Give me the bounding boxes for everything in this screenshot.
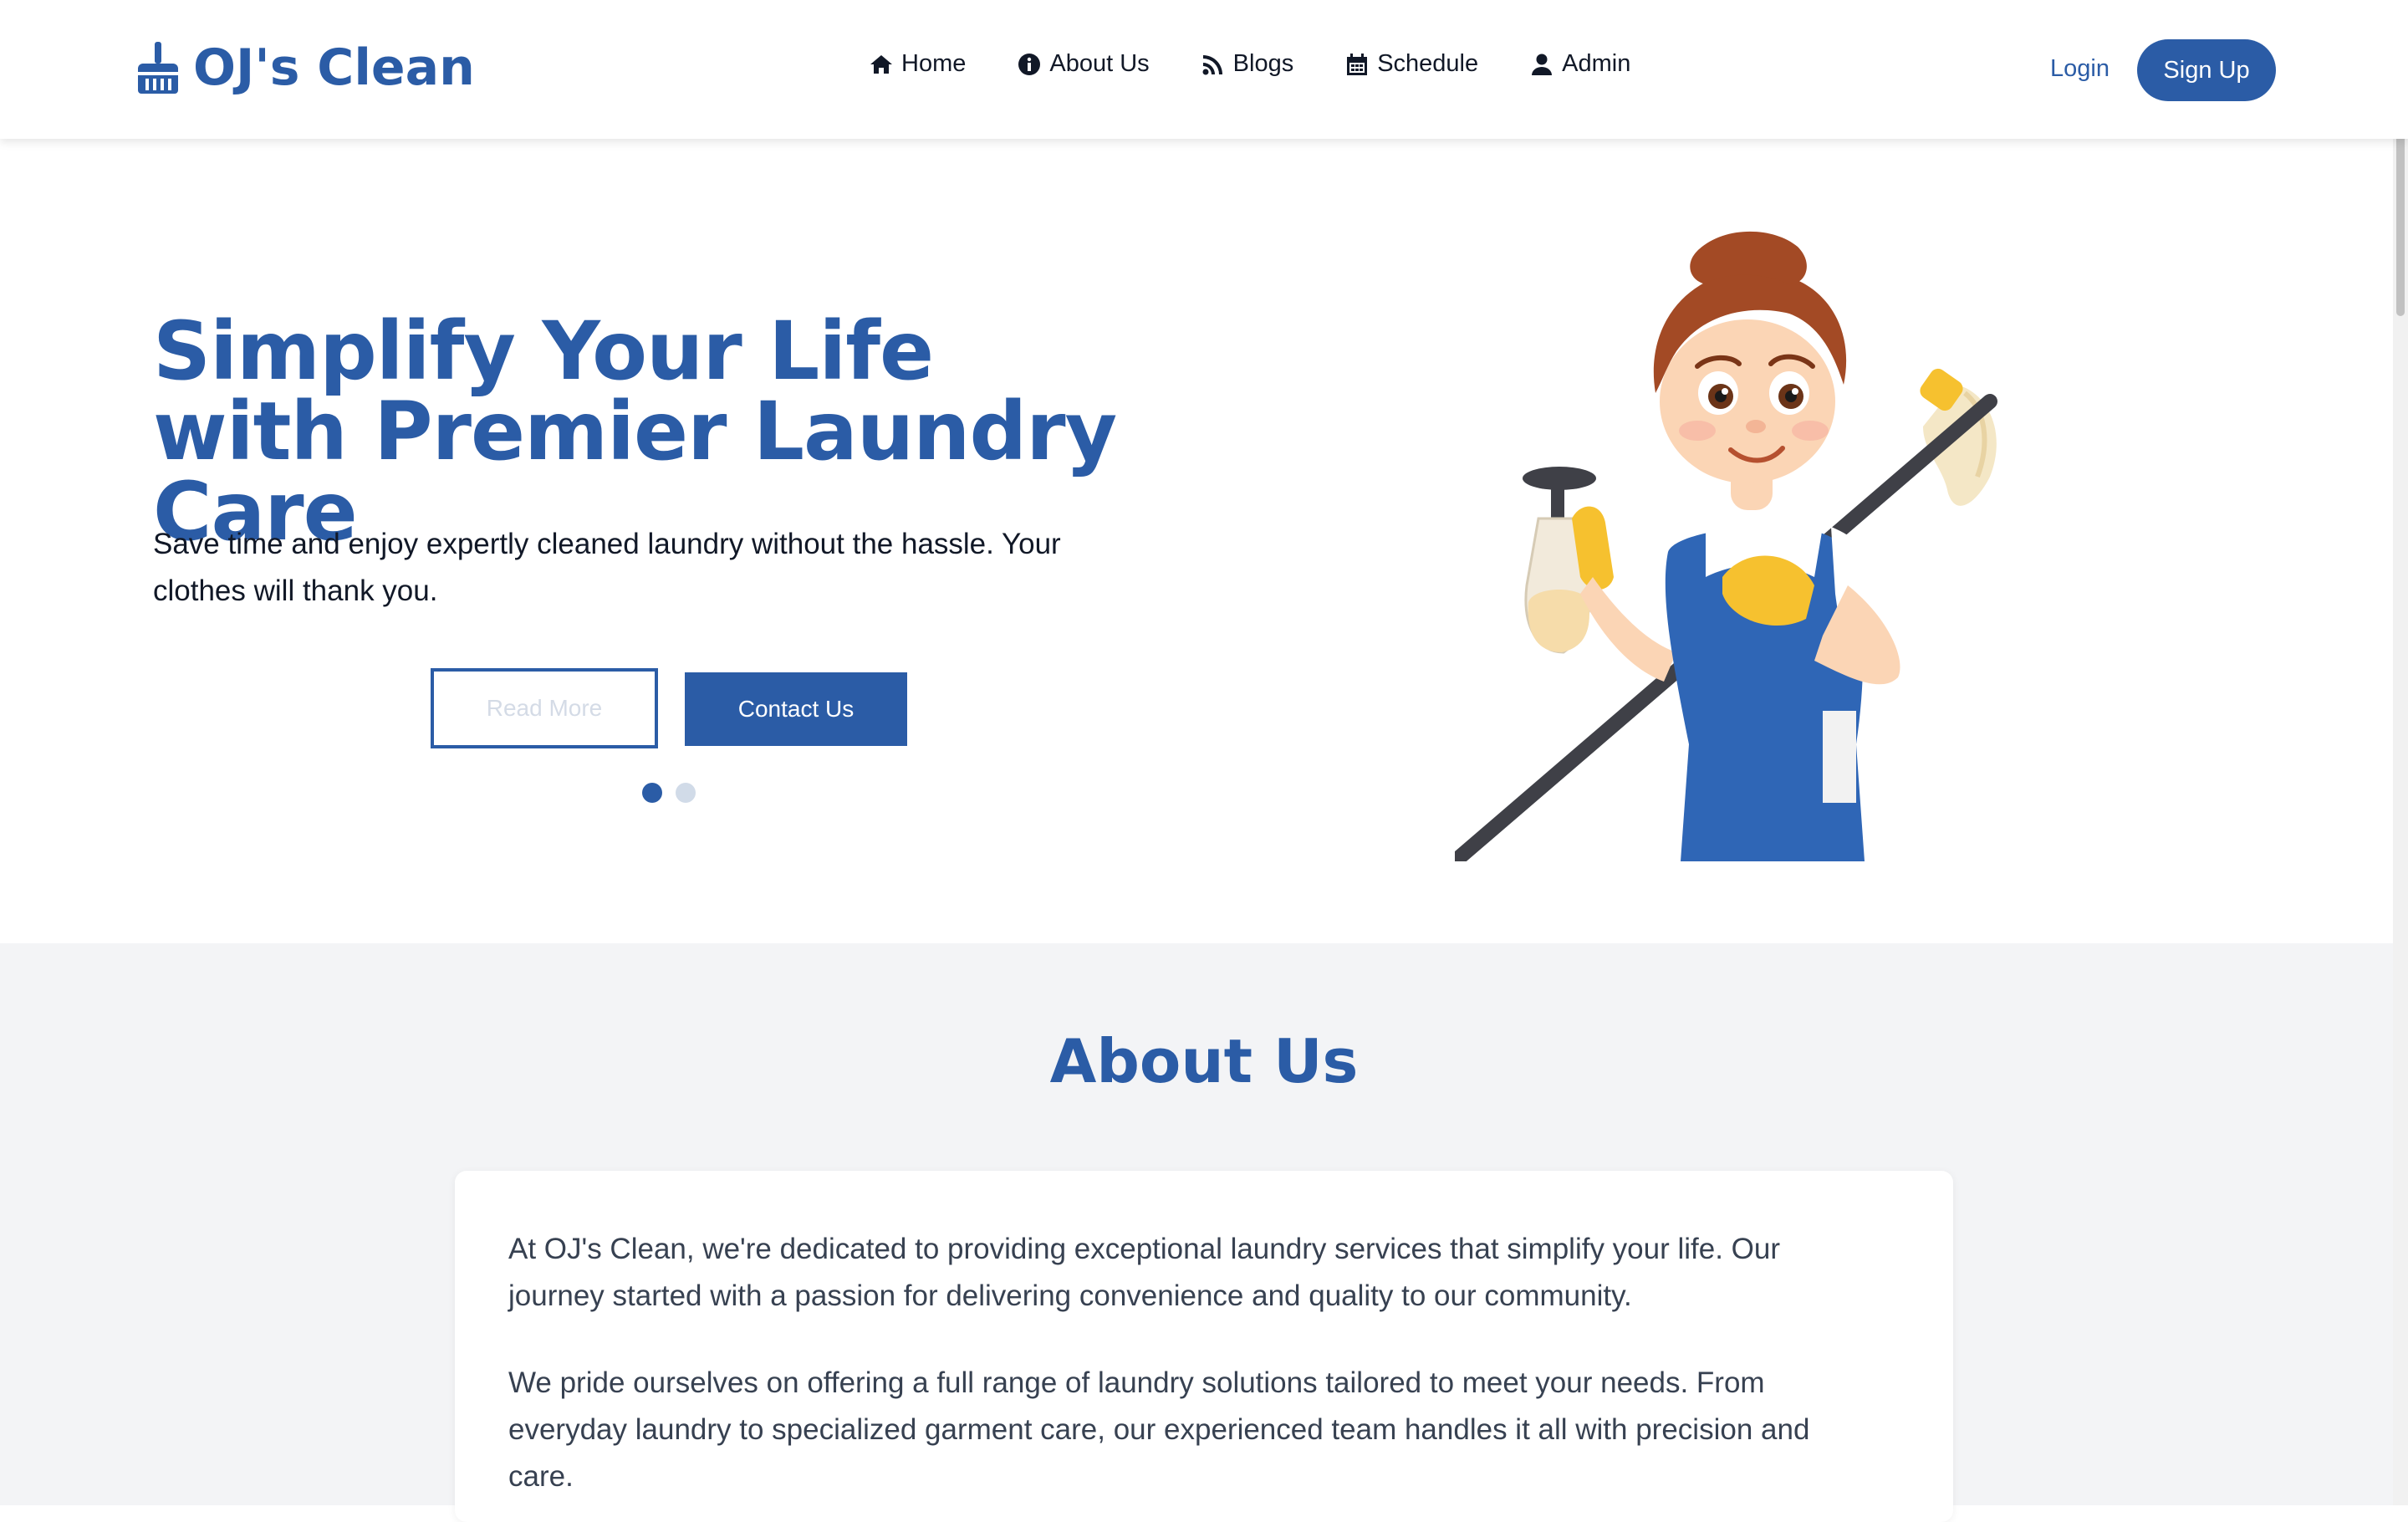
broom-icon (138, 42, 178, 94)
nav-item-admin[interactable]: Admin (1530, 52, 1630, 76)
main-nav: Home About Us Blogs Schedule Admin (870, 52, 1630, 76)
contact-us-button[interactable]: Contact Us (685, 672, 907, 746)
nav-item-label: Schedule (1377, 50, 1479, 77)
hero-title: Simplify Your Life with Premier Laundry … (153, 304, 1117, 559)
rss-icon (1202, 54, 1222, 74)
nav-item-label: Blogs (1232, 50, 1294, 77)
calendar-icon (1347, 53, 1368, 75)
about-paragraph-2: We pride ourselves on offering a full ra… (508, 1366, 1810, 1493)
info-circle-icon (1018, 53, 1041, 75)
cleaning-lady-illustration (1455, 231, 1997, 861)
about-title: About Us (1049, 1026, 1359, 1096)
nav-item-about-us[interactable]: About Us (1018, 50, 1150, 77)
site-header: OJ's Clean Home About Us Blogs Schedule … (0, 0, 2408, 139)
read-more-button[interactable]: Read More (431, 668, 658, 748)
nav-item-label: About Us (1049, 50, 1150, 77)
nav-item-blogs[interactable]: Blogs (1201, 50, 1294, 77)
brand-name: OJ's Clean (193, 38, 475, 97)
user-icon (1532, 54, 1553, 75)
login-link[interactable]: Login (2050, 57, 2110, 81)
about-paragraph-1: At OJ's Clean, we're dedicated to provid… (508, 1233, 1781, 1312)
nav-item-home[interactable]: Home (870, 52, 966, 76)
nav-item-schedule[interactable]: Schedule (1345, 52, 1478, 76)
carousel-dot-1[interactable] (642, 783, 662, 803)
hero-subtitle: Save time and enjoy expertly cleaned lau… (153, 528, 1061, 607)
carousel-dot-2[interactable] (676, 783, 696, 803)
brand-logo[interactable]: OJ's Clean (138, 42, 475, 94)
nav-item-label: Admin (1562, 50, 1631, 77)
home-icon (870, 54, 892, 74)
nav-item-label: Home (901, 50, 967, 77)
page-scrollbar[interactable] (2393, 0, 2408, 1505)
signup-button[interactable]: Sign Up (2137, 39, 2276, 101)
